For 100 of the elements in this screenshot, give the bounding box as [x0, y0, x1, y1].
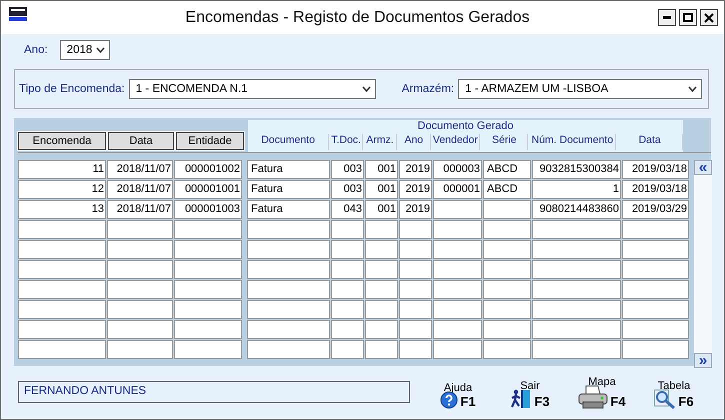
- help-icon: [440, 391, 458, 409]
- table-cell: [433, 320, 482, 339]
- table-cell: [174, 340, 242, 359]
- table-cell: 2019: [399, 180, 432, 199]
- table-cell: [107, 300, 173, 319]
- table-cell: [107, 240, 173, 259]
- toolbar-button[interactable]: Tabela F6: [638, 380, 710, 409]
- table-cell: [399, 320, 432, 339]
- table-cell: [365, 220, 398, 239]
- table-cell: [399, 280, 432, 299]
- column-sort-button[interactable]: Encomenda: [18, 132, 106, 150]
- table-cell: [365, 260, 398, 279]
- table-cell: 9080214483860: [532, 200, 621, 219]
- table-cell: 000001: [433, 180, 482, 199]
- person-exit-icon: [510, 389, 532, 409]
- minimize-button[interactable]: [658, 9, 676, 26]
- table-cell: 001: [365, 180, 398, 199]
- user-name-field: FERNANDO ANTUNES: [18, 381, 410, 403]
- table-cell: [174, 260, 242, 279]
- table-cell: 2019: [399, 200, 432, 219]
- table-cell: [622, 220, 689, 239]
- close-button[interactable]: [700, 9, 718, 26]
- maximize-icon: [683, 13, 693, 22]
- table-cell: [433, 240, 482, 259]
- column-header: Armz.: [364, 134, 397, 150]
- column-header: Ano: [398, 134, 431, 150]
- scroll-up-button[interactable]: «: [694, 160, 712, 175]
- table-cell: 003: [331, 160, 364, 179]
- table-cell: [107, 320, 173, 339]
- table-cell: [399, 260, 432, 279]
- minimize-icon: [663, 16, 671, 19]
- scroll-down-button[interactable]: »: [694, 353, 712, 368]
- table-cell: 001: [365, 200, 398, 219]
- table-cell: 1: [532, 180, 621, 199]
- column-header: T.Doc.: [330, 134, 363, 150]
- table-cell: [483, 260, 531, 279]
- table-cell: 2018/11/07: [107, 200, 173, 219]
- table-cell: 2018/11/07: [107, 180, 173, 199]
- table-cell: 2019/03/18: [622, 160, 689, 179]
- table-cell: [331, 220, 364, 239]
- table-cell: [622, 300, 689, 319]
- toolbar-button[interactable]: Ajuda F1: [422, 382, 494, 409]
- app-icon: [9, 6, 27, 20]
- table-cell: [174, 240, 242, 259]
- table-cell: [622, 320, 689, 339]
- table-cell: [433, 300, 482, 319]
- table-cell: [483, 320, 531, 339]
- table-cell: Fatura: [247, 200, 330, 219]
- filter-label: Tipo de Encomenda:: [19, 83, 125, 95]
- column-sort-button[interactable]: Entidade: [176, 132, 244, 150]
- table-cell: [107, 260, 173, 279]
- table-cell: [433, 220, 482, 239]
- table-cell: [365, 340, 398, 359]
- column-header: Documento: [248, 134, 330, 150]
- filter-label: Armazém:: [402, 83, 454, 95]
- table-cell: [365, 280, 398, 299]
- table-cell: 043: [331, 200, 364, 219]
- table-cell: [483, 300, 531, 319]
- table-cell: 11: [18, 160, 106, 179]
- table-cell: [483, 240, 531, 259]
- table-cell: [433, 200, 482, 219]
- table-cell: [365, 320, 398, 339]
- magnifier-icon: [654, 389, 676, 409]
- table-cell: 003: [331, 180, 364, 199]
- table-cell: [399, 340, 432, 359]
- filter-dropdown[interactable]: 1 - ARMAZEM UM -LISBOA: [458, 79, 702, 99]
- table-cell: [433, 340, 482, 359]
- column-sort-button[interactable]: Data: [108, 132, 174, 150]
- table-cell: [331, 340, 364, 359]
- year-dropdown[interactable]: 2018: [60, 40, 110, 60]
- table-cell: [174, 320, 242, 339]
- column-header: Vendedor: [432, 134, 480, 150]
- table-cell: [331, 320, 364, 339]
- table-cell: 2019/03/29: [622, 200, 689, 219]
- table-cell: 13: [18, 200, 106, 219]
- column-header: Núm. Documento: [529, 134, 616, 150]
- maximize-button[interactable]: [679, 9, 697, 26]
- table-cell: 000001003: [174, 200, 242, 219]
- table-cell: 2018/11/07: [107, 160, 173, 179]
- table-cell: 2019: [399, 160, 432, 179]
- chevron-down-icon: [96, 46, 105, 52]
- filter-dropdown[interactable]: 1 - ENCOMENDA N.1: [128, 79, 376, 99]
- table-cell: [399, 220, 432, 239]
- table-cell: Fatura: [247, 160, 330, 179]
- table-cell: ABCD: [483, 160, 531, 179]
- table-cell: [174, 280, 242, 299]
- year-label: Ano:: [24, 44, 48, 56]
- table-cell: [107, 340, 173, 359]
- toolbar-button[interactable]: Sair F3: [494, 380, 566, 409]
- group-heading: Documento Gerado: [416, 120, 514, 134]
- table-cell: [483, 220, 531, 239]
- toolbar-button[interactable]: Mapa F4: [566, 376, 638, 409]
- table-cell: 001: [365, 160, 398, 179]
- table-cell: [622, 340, 689, 359]
- table-cell: [483, 280, 531, 299]
- table-cell: [107, 220, 173, 239]
- table-cell: [331, 300, 364, 319]
- column-header: Data: [617, 134, 683, 150]
- table-cell: [331, 240, 364, 259]
- chevron-down-icon: [362, 86, 371, 92]
